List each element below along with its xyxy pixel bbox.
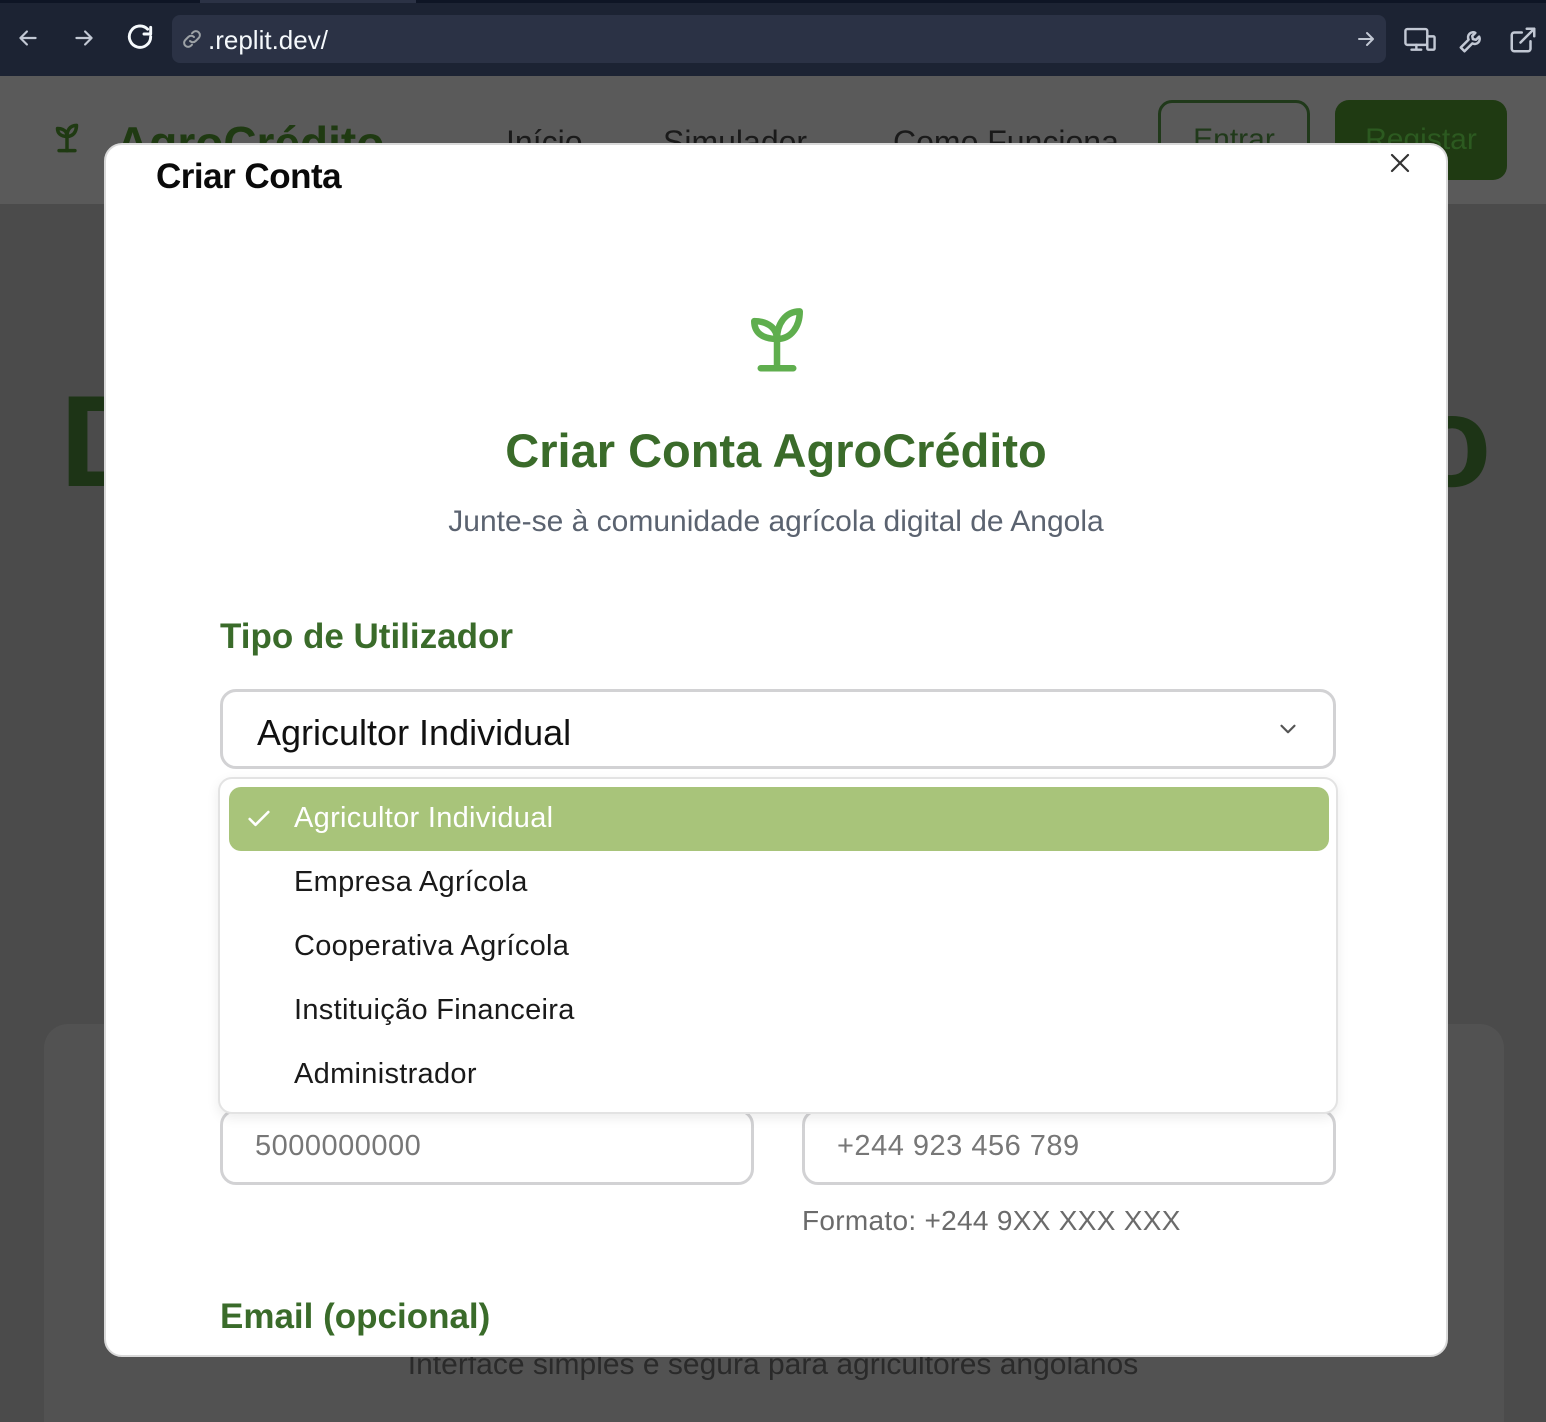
option-instituicao-financeira[interactable]: Instituição Financeira — [229, 979, 1329, 1043]
option-label: Empresa Agrícola — [294, 866, 528, 898]
link-icon — [183, 30, 201, 48]
phone-field[interactable] — [802, 1109, 1336, 1185]
phone-format-hint: Formato: +244 9XX XXX XXX — [802, 1205, 1181, 1236]
option-label: Agricultor Individual — [294, 802, 554, 834]
close-icon — [1390, 153, 1410, 173]
sprout-icon — [751, 308, 803, 372]
reload-icon — [127, 24, 153, 49]
modal-subheading: Junte-se à comunidade agrícola digital d… — [448, 505, 1104, 538]
devtools-button[interactable] — [1452, 20, 1492, 60]
user-type-select[interactable]: Agricultor Individual — [220, 689, 1336, 769]
arrow-left-icon — [19, 30, 37, 46]
option-label: Cooperativa Agrícola — [294, 930, 570, 962]
user-type-label: Tipo de Utilizador — [220, 617, 513, 656]
tab-strip — [0, 0, 1546, 3]
devices-icon — [1404, 27, 1436, 51]
open-new-tab-button[interactable] — [1503, 20, 1543, 60]
forward-button[interactable] — [64, 18, 104, 58]
option-label: Administrador — [294, 1058, 477, 1090]
reload-button[interactable] — [120, 18, 160, 58]
back-button[interactable] — [8, 18, 48, 58]
arrow-right-icon — [75, 30, 93, 46]
user-type-dropdown: Agricultor Individual Empresa Agrícola C… — [218, 777, 1338, 1114]
address-bar[interactable]: .replit.dev/ — [172, 15, 1386, 63]
external-link-icon — [1510, 27, 1536, 53]
sprout-logo-icon — [55, 123, 79, 153]
url-text[interactable]: .replit.dev/ — [208, 26, 328, 54]
modal-title: Criar Conta — [156, 157, 342, 196]
close-button[interactable] — [1382, 145, 1418, 181]
option-cooperativa-agricola[interactable]: Cooperativa Agrícola — [229, 915, 1329, 979]
check-icon — [248, 810, 270, 827]
phone-input[interactable] — [837, 1130, 1277, 1163]
browser-toolbar: .replit.dev/ — [0, 0, 1546, 76]
option-administrador[interactable]: Administrador — [229, 1043, 1329, 1107]
wrench-icon — [1459, 31, 1481, 53]
active-tab-indicator[interactable] — [200, 0, 416, 3]
user-type-selected-value: Agricultor Individual — [257, 712, 572, 753]
option-agricultor-individual[interactable]: Agricultor Individual — [229, 787, 1329, 851]
create-account-modal: Criar Conta Criar Conta AgroCrédito Junt… — [104, 143, 1448, 1357]
email-label: Email (opcional) — [220, 1297, 491, 1336]
option-empresa-agricola[interactable]: Empresa Agrícola — [229, 851, 1329, 915]
modal-heading: Criar Conta AgroCrédito — [505, 424, 1047, 477]
chevron-down-icon — [1280, 724, 1296, 734]
go-arrow-icon[interactable] — [1354, 27, 1378, 51]
devices-button[interactable] — [1400, 20, 1440, 60]
option-label: Instituição Financeira — [294, 994, 575, 1026]
nif-input[interactable] — [255, 1130, 695, 1163]
nif-field[interactable] — [220, 1109, 754, 1185]
